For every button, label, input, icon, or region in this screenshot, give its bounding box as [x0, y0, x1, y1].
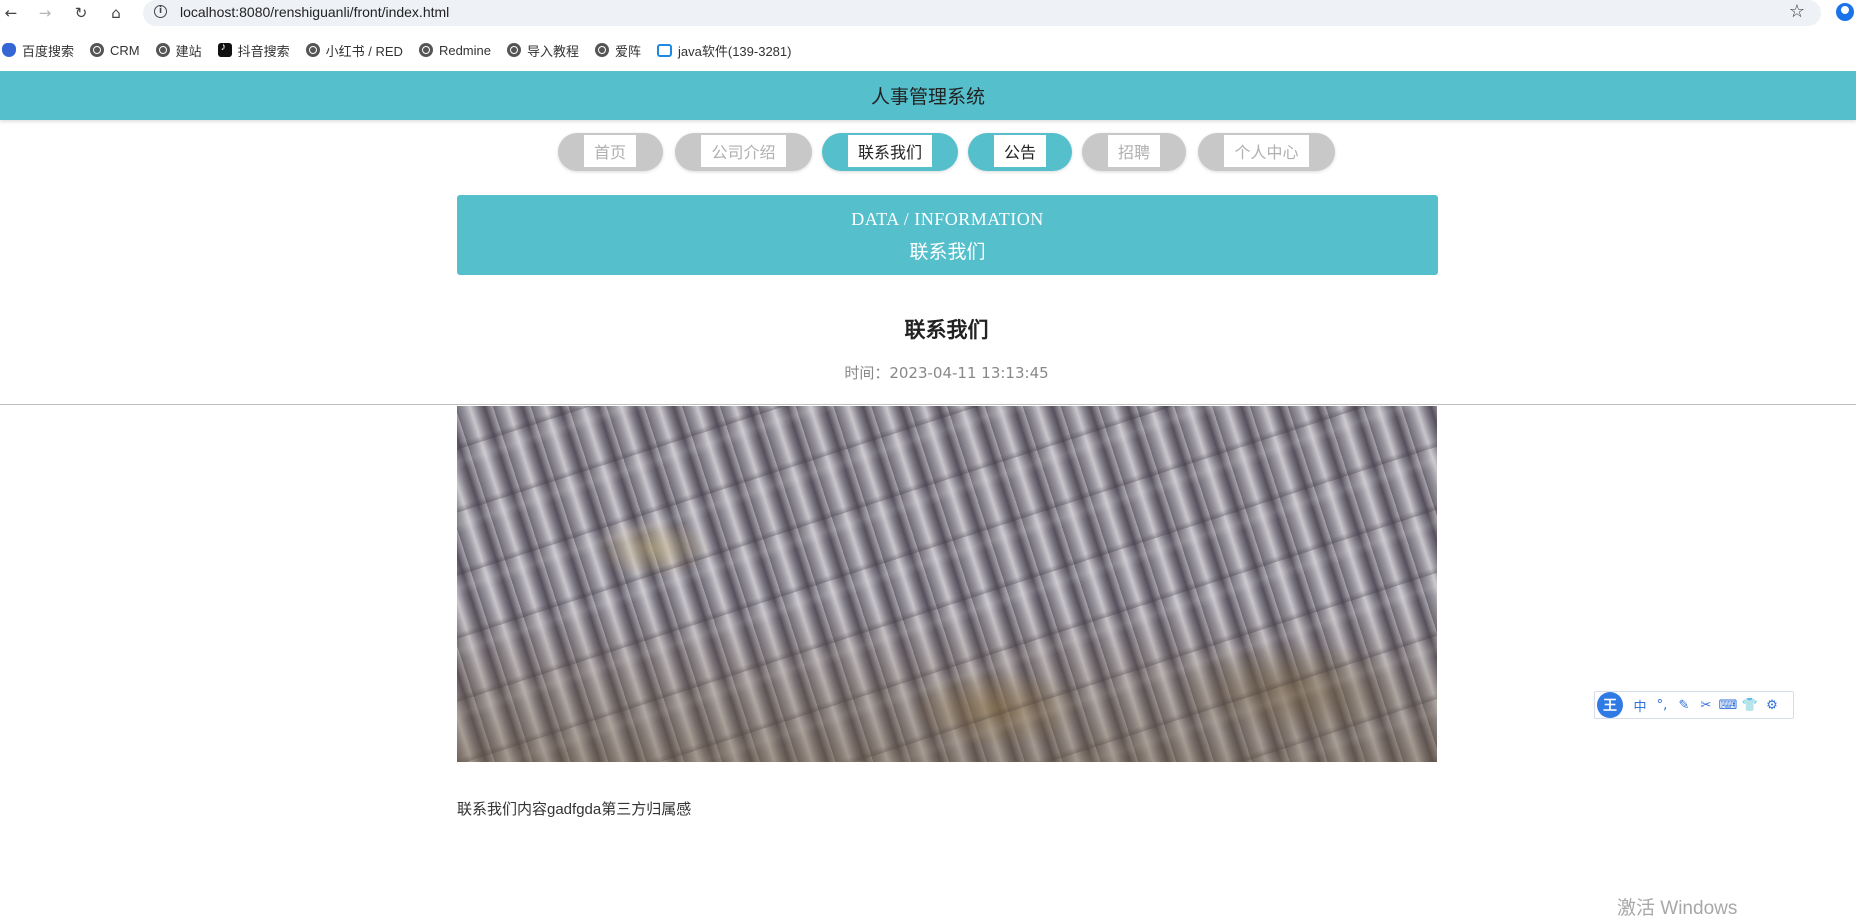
globe-icon: [418, 43, 433, 57]
bookmark-label: 建站: [175, 43, 202, 59]
bookmark-label: 爱阵: [615, 43, 642, 59]
reload-icon[interactable]: ↻: [70, 3, 92, 23]
ime-toolbar: 王 中 °, ✎ ✂ ⌨ 👕 ⚙: [1594, 691, 1794, 719]
tiktok-icon: [217, 41, 232, 57]
skin-icon[interactable]: 👕: [1739, 698, 1761, 713]
site-title: 人事管理系统: [870, 86, 985, 108]
globe-icon: [305, 43, 320, 57]
profile-icon[interactable]: [1836, 3, 1854, 21]
nav-label: 招聘: [1108, 135, 1160, 167]
settings-icon[interactable]: ⚙: [1761, 698, 1783, 713]
bookmark-star-icon[interactable]: ☆: [1789, 1, 1805, 22]
bookmark-aizhen[interactable]: 爱阵: [595, 41, 641, 60]
banner-english-title: DATA / INFORMATION: [851, 209, 1044, 229]
nav-recruitment[interactable]: 招聘: [1082, 133, 1186, 171]
keyboard-icon[interactable]: ⌨: [1717, 698, 1739, 713]
scissors-icon[interactable]: ✂: [1695, 698, 1717, 713]
bookmark-import-tutorial[interactable]: 导入教程: [506, 41, 579, 60]
bookmark-redmine[interactable]: Redmine: [418, 42, 491, 58]
browser-toolbar: ← → ↻ ⌂ i localhost:8080/renshiguanli/fr…: [0, 0, 1856, 26]
bookmark-label: Redmine: [438, 42, 491, 58]
nav-company-intro[interactable]: 公司介绍: [675, 133, 812, 171]
bookmark-label: java软件(139-3281): [678, 43, 792, 59]
bookmark-label: 百度搜索: [22, 43, 75, 59]
baidu-paw-icon: [2, 43, 16, 57]
home-icon[interactable]: ⌂: [105, 3, 127, 23]
pen-icon[interactable]: ✎: [1673, 698, 1695, 713]
bookmark-jianzhan[interactable]: 建站: [155, 41, 202, 60]
bookmark-baidu[interactable]: 百度搜索: [2, 41, 74, 60]
punctuation-icon[interactable]: °,: [1651, 698, 1673, 713]
bookmark-label: CRM: [110, 42, 140, 58]
address-bar[interactable]: i localhost:8080/renshiguanli/front/inde…: [143, 0, 1821, 26]
globe-icon: [90, 43, 105, 57]
forward-icon[interactable]: →: [34, 3, 56, 23]
bookmark-label: 小红书 / RED: [325, 43, 403, 59]
bilibili-icon: [657, 43, 673, 57]
section-banner: DATA / INFORMATION 联系我们: [457, 195, 1438, 275]
article-title: 联系我们: [904, 318, 989, 342]
bookmark-label: 导入教程: [526, 43, 579, 59]
article-time: 时间：2023-04-11 13:13:45: [844, 364, 1049, 382]
nav-home[interactable]: 首页: [558, 133, 663, 171]
site-info-icon[interactable]: i: [154, 5, 167, 18]
bookmark-java[interactable]: java软件(139-3281): [657, 41, 791, 60]
bookmark-xiaohongshu[interactable]: 小红书 / RED: [305, 41, 403, 60]
nav-label: 公司介绍: [701, 135, 786, 167]
nav-personal-center[interactable]: 个人中心: [1198, 133, 1335, 171]
bookmarks-bar: 百度搜索 CRM 建站 抖音搜索 小红书 / RED Redmine 导入教程 …: [0, 36, 1856, 64]
nav-label: 联系我们: [848, 135, 932, 167]
nav-announcement[interactable]: 公告: [968, 133, 1072, 171]
nav-label: 公告: [994, 135, 1046, 167]
site-header: 人事管理系统: [0, 71, 1856, 120]
bookmark-crm[interactable]: CRM: [90, 43, 140, 58]
ime-logo-icon[interactable]: 王: [1597, 692, 1623, 718]
back-icon[interactable]: ←: [0, 3, 22, 23]
url-text[interactable]: localhost:8080/renshiguanli/front/index.…: [180, 4, 449, 20]
bookmark-label: 抖音搜索: [237, 43, 290, 59]
ime-mode-toggle[interactable]: 中: [1629, 696, 1651, 715]
nav-contact-us[interactable]: 联系我们: [822, 133, 958, 171]
nav-label: 个人中心: [1224, 135, 1309, 167]
divider: [0, 404, 1856, 405]
banner-chinese-title: 联系我们: [909, 241, 986, 263]
globe-icon: [155, 43, 170, 57]
globe-icon: [595, 43, 609, 57]
bookmark-douyin[interactable]: 抖音搜索: [217, 41, 290, 60]
article-image: [457, 406, 1437, 762]
article-body: 联系我们内容gadfgda第三方归属感: [457, 801, 692, 818]
main-nav: 首页 公司介绍 联系我们 公告 招聘 个人中心: [0, 133, 1856, 173]
globe-icon: [506, 43, 521, 57]
nav-label: 首页: [584, 135, 636, 167]
windows-activation-watermark: 激活 Windows: [1617, 898, 1738, 919]
